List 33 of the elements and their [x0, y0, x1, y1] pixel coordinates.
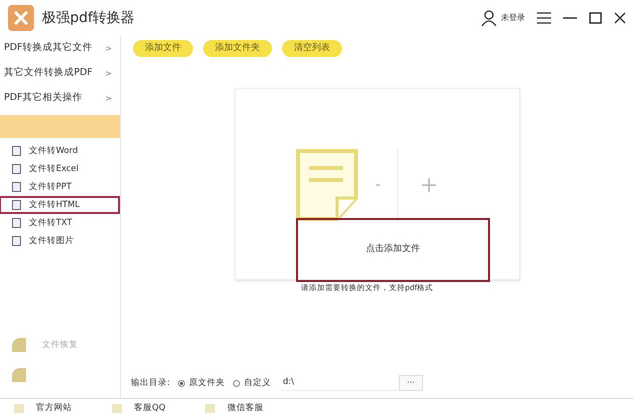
footer-link[interactable]: 官方网站	[14, 402, 72, 415]
sidebar-item[interactable]: 文件转HTML	[0, 196, 120, 214]
menu-icon[interactable]	[537, 12, 551, 24]
window-title: 极强pdf转换器	[42, 8, 135, 28]
radio-icon[interactable]	[178, 380, 185, 386]
close-icon[interactable]	[614, 12, 626, 24]
document-icon	[295, 148, 360, 222]
sidebar-menu[interactable]: 其它文件转换成PDF >	[0, 61, 120, 86]
footer-link[interactable]: 客服QQ	[112, 402, 166, 415]
browse-button[interactable]: ···	[398, 375, 423, 391]
sidebar-item[interactable]: 文件转TXT	[0, 214, 120, 232]
minimize-icon[interactable]	[563, 17, 577, 19]
sidebar-item[interactable]: 文件转图片	[0, 232, 120, 250]
annotation-box[interactable]: 点击添加文件	[296, 218, 490, 282]
radio-option[interactable]: 自定义	[232, 376, 271, 390]
toolbar-button[interactable]: 添加文件	[133, 40, 193, 57]
sidebar-menu[interactable]: PDF其它相关操作 >	[0, 86, 120, 111]
maximize-icon[interactable]	[589, 12, 602, 24]
user-icon[interactable]	[481, 10, 497, 26]
app-logo-icon	[8, 5, 34, 31]
sidebar-item[interactable]: 文件转Word	[0, 142, 120, 160]
path-field[interactable]: d:\	[278, 375, 399, 391]
sidebar-item[interactable]: 文件转PPT	[0, 178, 120, 196]
output-label: 输出目录:	[131, 376, 170, 390]
login-status[interactable]: 未登录	[501, 12, 525, 24]
radio-option[interactable]: 原文件夹	[178, 376, 225, 390]
toolbar-button[interactable]: 清空列表	[282, 40, 342, 57]
sidebar-item[interactable]: 文件转Excel	[0, 160, 120, 178]
footer-link[interactable]: 微信客服	[205, 402, 264, 415]
radio-icon[interactable]	[232, 380, 240, 386]
minus-sign: -	[375, 176, 381, 194]
sidebar-menu[interactable]: PDF转换成其它文件 >	[0, 36, 120, 61]
toolbar-button[interactable]: 添加文件夹	[203, 40, 272, 57]
